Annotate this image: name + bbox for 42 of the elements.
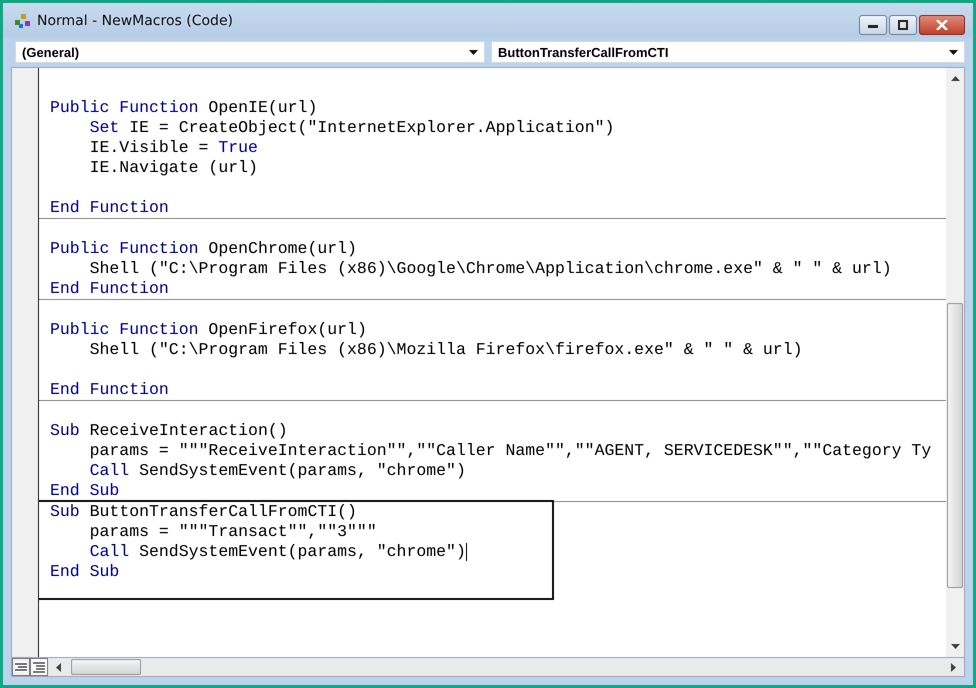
full-module-view-button[interactable] — [30, 658, 48, 676]
caret-icon — [949, 50, 958, 54]
code-line: Public Function OpenIE(url) — [49, 98, 318, 118]
vertical-scrollbar[interactable] — [946, 68, 964, 657]
scroll-thumb[interactable] — [71, 659, 141, 675]
scroll-up-icon[interactable] — [950, 76, 960, 81]
code-line: End Function — [49, 380, 170, 400]
code-line: Shell ("C:\Program Files (x86)\Google\Chrome\Application\chrome.exe" & " " & url) — [88, 259, 893, 279]
code-line: Set IE = CreateObject("InternetExplorer.Application") — [88, 118, 616, 138]
minimize-button[interactable] — [859, 15, 887, 35]
scroll-down-icon[interactable] — [950, 644, 960, 649]
object-dropdown[interactable]: (General) — [15, 41, 485, 63]
code-line: Call SendSystemEvent(params, "chrome") — [88, 461, 467, 481]
caret-icon — [469, 50, 478, 54]
window-title: Normal - NewMacros (Code) — [37, 12, 234, 28]
macro-app-icon — [13, 12, 33, 30]
minimize-icon — [868, 22, 878, 28]
code-line: Shell ("C:\Program Files (x86)\Mozilla Firefox\firefox.exe" & " " & url) — [88, 340, 804, 360]
code-line: params = """ReceiveInteraction"",""Caller Name"",""AGENT, SERVICEDESK"",""Category Ty — [88, 441, 932, 461]
maximize-icon — [898, 20, 908, 30]
code-line: params = """Transact"",""3""" — [88, 522, 378, 542]
code-line: Public Function OpenChrome(url) — [49, 239, 358, 259]
code-line: End Sub — [49, 562, 120, 582]
code-line: IE.Navigate (url) — [88, 158, 259, 178]
code-line: Call SendSystemEvent(params, "chrome") — [88, 542, 468, 562]
scroll-right-icon[interactable] — [951, 662, 956, 672]
lines-icon — [33, 662, 45, 672]
maximize-button[interactable] — [889, 15, 917, 35]
lines-icon — [15, 663, 27, 671]
scroll-left-icon[interactable] — [56, 662, 61, 672]
code-line: Sub ReceiveInteraction() — [49, 421, 289, 441]
procedure-dropdown[interactable]: ButtonTransferCallFromCTI — [491, 41, 965, 63]
close-icon — [936, 20, 948, 30]
scroll-thumb[interactable] — [947, 303, 963, 588]
code-line: Public Function OpenFirefox(url) — [49, 320, 368, 340]
code-line: Sub ButtonTransferCallFromCTI() — [49, 502, 358, 522]
code-line: End Function — [49, 279, 170, 299]
close-button[interactable] — [919, 15, 965, 35]
code-line: End Function — [49, 198, 170, 218]
procedure-view-button[interactable] — [12, 658, 30, 676]
code-line: End Sub — [49, 481, 120, 501]
code-line: IE.Visible = True — [88, 138, 259, 158]
